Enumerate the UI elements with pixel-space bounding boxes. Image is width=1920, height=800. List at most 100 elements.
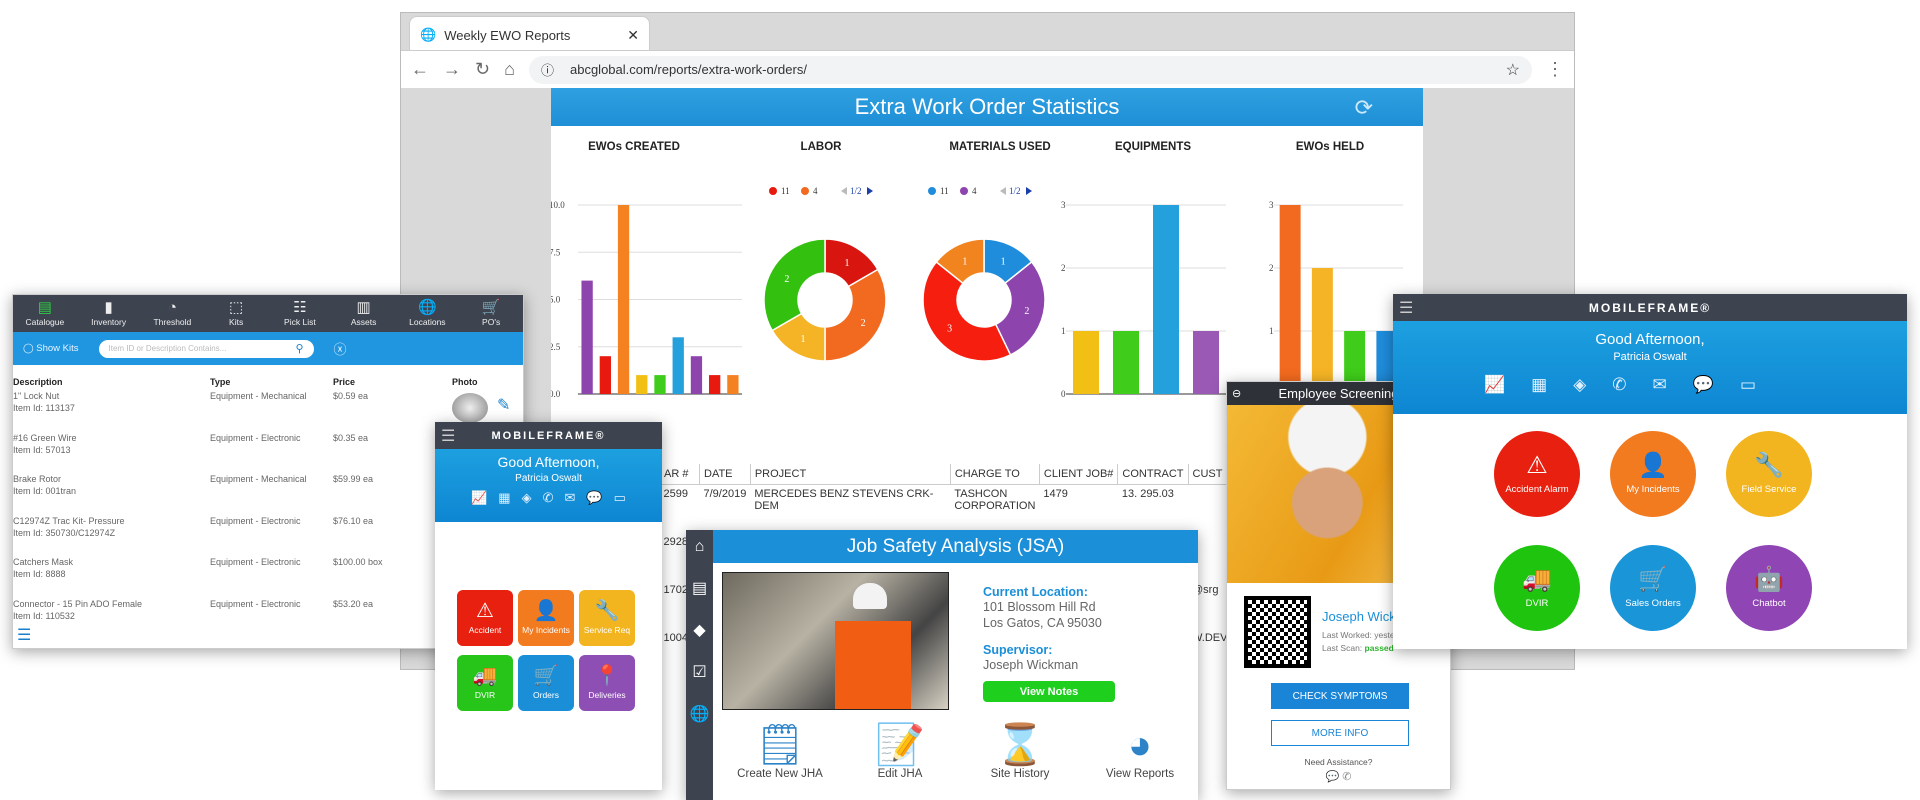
checklist-icon: ☷: [293, 299, 307, 316]
nav-po-s[interactable]: 🛒 PO's: [459, 295, 523, 332]
nav-threshold[interactable]: ◔ Threshold: [141, 295, 205, 332]
check-symptoms-button[interactable]: CHECK SYMPTOMS: [1271, 683, 1409, 709]
address-bar[interactable]: ⓘ abcglobal.com/reports/extra-work-order…: [528, 55, 1532, 84]
phone-icon[interactable]: ✆: [1612, 375, 1626, 395]
table-row[interactable]: 2599 7/9/2019 MERCEDES BENZ STEVENS CRK- D…: [660, 485, 1254, 533]
globe-icon[interactable]: 🌐: [690, 704, 710, 724]
tile-label: Accident: [468, 625, 502, 635]
back-icon[interactable]: ←: [411, 59, 429, 80]
chart-icon[interactable]: 📈: [1484, 375, 1505, 395]
nav-label: Pick List: [284, 317, 316, 327]
form-edit-icon: 📝: [875, 723, 925, 767]
mail-icon[interactable]: ✉: [1653, 375, 1667, 395]
directions-icon[interactable]: ◈: [522, 490, 532, 506]
action-label: Edit JHA: [877, 768, 923, 780]
column-header[interactable]: PROJECT: [749, 464, 951, 485]
edit-icon[interactable]: ✎: [497, 395, 510, 415]
tag-icon[interactable]: ◆: [693, 620, 705, 640]
item-search-input[interactable]: Item ID or Description Contains... ⚲: [98, 339, 314, 358]
item-type: Equipment - Electronic: [210, 432, 301, 443]
column-header[interactable]: CONTRACT: [1117, 464, 1189, 485]
quick-icons: 📈 ▦ ◈ ✆ ✉ 💬 ▭: [1333, 375, 1907, 395]
more-info-button[interactable]: MORE INFO: [1271, 720, 1409, 746]
safety-vest: [835, 621, 911, 709]
hamburger-menu-icon[interactable]: ☰: [1399, 298, 1413, 318]
tile-sales-orders[interactable]: 🛒 Sales Orders: [1610, 545, 1696, 631]
chart-title: EQUIPMENTS: [1114, 141, 1192, 153]
column-header[interactable]: CHARGE TO: [949, 464, 1040, 485]
show-kits-toggle[interactable]: ◯ Show Kits: [23, 343, 79, 354]
forward-icon[interactable]: →: [443, 59, 461, 80]
home-icon[interactable]: ⌂: [695, 538, 705, 556]
bookmark-star-icon[interactable]: ☆: [1506, 60, 1520, 80]
tile-accident-alarm[interactable]: ⚠ Accident Alarm: [1494, 431, 1580, 517]
mail-icon[interactable]: ✉: [565, 490, 576, 506]
item-name: 1" Lock Nut: [13, 391, 60, 401]
chart-title: EWOs CREATED: [588, 141, 680, 153]
bar: [672, 337, 684, 394]
view-notes-button[interactable]: View Notes: [983, 681, 1115, 702]
phone-icon[interactable]: ✆: [1342, 771, 1351, 783]
qr-code: [1244, 596, 1311, 668]
tile-service-req[interactable]: 🔧 Service Req: [579, 590, 635, 646]
directions-icon[interactable]: ◈: [1573, 375, 1586, 395]
browser-tab[interactable]: 🌐 Weekly EWO Reports ✕: [409, 16, 650, 53]
column-header[interactable]: AR #: [659, 464, 700, 485]
nav-assets[interactable]: ▥ Assets: [332, 295, 396, 332]
item-name: Catchers Mask: [13, 557, 74, 567]
calendar-icon[interactable]: ▦: [1531, 375, 1547, 395]
slice-label: 2: [784, 274, 789, 285]
action-edit-jha[interactable]: 📝 Edit JHA: [875, 722, 925, 780]
nav-pick-list[interactable]: ☷ Pick List: [268, 295, 332, 332]
column-header[interactable]: CLIENT JOB#: [1038, 464, 1118, 485]
tile-dvir[interactable]: 🚚 DVIR: [457, 655, 513, 711]
tile-field-service[interactable]: 🔧 Field Service: [1726, 431, 1812, 517]
column-header[interactable]: DATE: [699, 464, 751, 485]
nav-kits[interactable]: ⬚ Kits: [204, 295, 268, 332]
nav-catalogue[interactable]: ▤ Catalogue: [13, 295, 77, 332]
history-icon: ⌛: [995, 723, 1045, 767]
bar: [1311, 268, 1333, 394]
y-tick-label: 2.5: [551, 342, 561, 352]
action-site-history[interactable]: ⌛ Site History: [991, 722, 1050, 780]
chart-icon[interactable]: 📈: [471, 490, 487, 506]
hamburger-menu-icon[interactable]: ☰: [441, 426, 455, 446]
brand-logo: MOBILEFRAME®: [491, 429, 606, 442]
menu-dots-icon[interactable]: ⋮: [1546, 59, 1564, 80]
search-icon[interactable]: ⚲: [295, 342, 303, 355]
phone-icon[interactable]: ✆: [543, 490, 554, 506]
nav-locations[interactable]: 🌐 Locations: [396, 295, 460, 332]
video-icon[interactable]: ▭: [614, 490, 626, 506]
y-tick-label: 7.5: [551, 247, 561, 257]
legend-prev-icon: [841, 187, 847, 195]
reload-icon[interactable]: ↻: [475, 59, 490, 80]
tile-my-incidents[interactable]: 👤 My Incidents: [1610, 431, 1696, 517]
item-price: $59.99 ea: [333, 474, 374, 484]
chat-icon[interactable]: 💬: [586, 490, 602, 506]
nav-label: Kits: [229, 317, 244, 327]
clear-icon[interactable]: ⓧ: [334, 339, 347, 358]
nav-inventory[interactable]: ▮ Inventory: [77, 295, 141, 332]
hamburger-menu-icon[interactable]: ☰: [17, 625, 31, 645]
chat-icon[interactable]: 💬: [1693, 375, 1714, 395]
tile-orders[interactable]: 🛒 Orders: [518, 655, 574, 711]
action-create-new-jha[interactable]: 🗒 Create New JHA: [737, 722, 823, 780]
action-view-reports[interactable]: ◕ View Reports: [1106, 722, 1174, 780]
tile-accident[interactable]: ⚠ Accident: [457, 590, 513, 646]
close-tab-icon[interactable]: ✕: [627, 27, 639, 44]
checklist-icon[interactable]: ☑: [692, 662, 706, 682]
chat-icon[interactable]: 💬: [1326, 771, 1340, 783]
tile-chatbot[interactable]: 🤖 Chatbot: [1726, 545, 1812, 631]
info-icon: ⓘ: [540, 63, 554, 78]
tile-my-incidents[interactable]: 👤 My Incidents: [518, 590, 574, 646]
back-icon[interactable]: ⊖: [1232, 387, 1241, 400]
video-icon[interactable]: ▭: [1740, 375, 1756, 395]
assets-icon: ▥: [356, 299, 371, 316]
document-icon[interactable]: ▤: [692, 578, 707, 598]
tile-deliveries[interactable]: 📍 Deliveries: [579, 655, 635, 711]
tile-dvir[interactable]: 🚚 DVIR: [1494, 545, 1580, 631]
last-worked-label: Last Worked:: [1322, 630, 1372, 640]
y-tick-label: 0: [1061, 389, 1066, 398]
home-icon[interactable]: ⌂: [504, 59, 515, 80]
calendar-icon[interactable]: ▦: [498, 490, 510, 506]
